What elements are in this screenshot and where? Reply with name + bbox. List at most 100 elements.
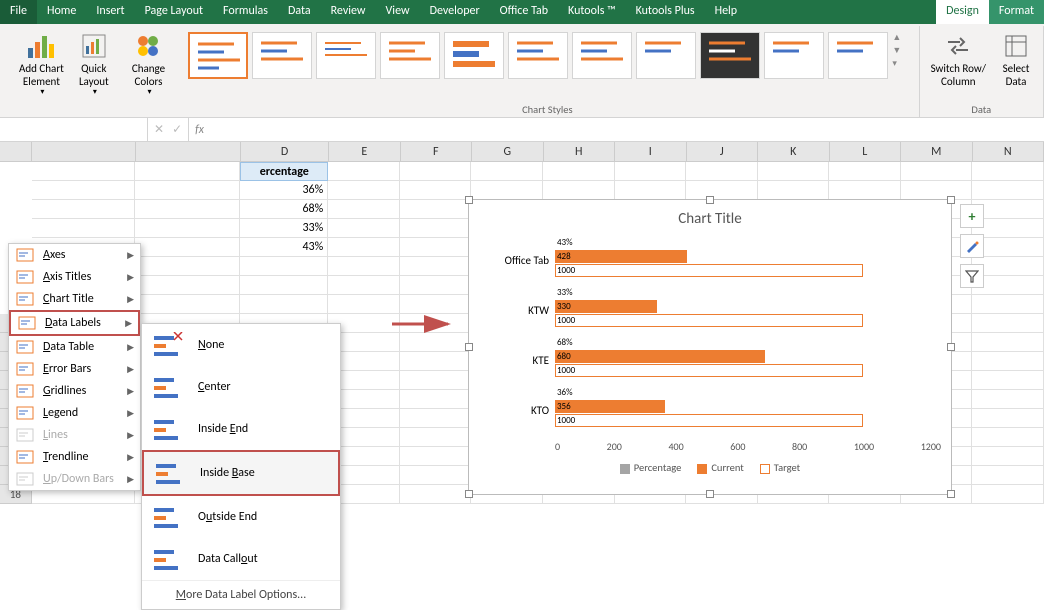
data-label-option-none[interactable]: None (142, 324, 340, 366)
target-bar[interactable] (555, 264, 863, 277)
current-bar[interactable] (555, 250, 687, 263)
chart-style-3[interactable] (316, 32, 376, 79)
current-bar[interactable] (555, 350, 765, 363)
cell[interactable]: 68% (240, 200, 328, 219)
data-label-option-outside-end[interactable]: Outside End (142, 496, 340, 538)
style-scroll-up[interactable]: ▲ (892, 32, 906, 43)
menu-item-chart-title[interactable]: Chart Title▶ (9, 288, 140, 310)
chart-handle[interactable] (706, 196, 714, 204)
tab-data[interactable]: Data (278, 0, 321, 24)
menu-item-axes[interactable]: Axes▶ (9, 244, 140, 266)
chart-x-axis[interactable]: 020040060080010001200 (469, 436, 951, 453)
chart-elements-button[interactable]: + (960, 204, 984, 228)
cell[interactable] (240, 276, 328, 295)
col-b-partial[interactable] (32, 142, 136, 162)
cell[interactable]: 43% (240, 238, 328, 257)
quick-layout-button[interactable]: Quick Layout▾ (73, 26, 115, 102)
select-all-cell[interactable] (0, 142, 32, 162)
menu-item-error-bars[interactable]: Error Bars▶ (9, 358, 140, 380)
name-box[interactable] (0, 118, 148, 141)
data-label-option-inside-end[interactable]: Inside End (142, 408, 340, 450)
col-header-k[interactable]: K (758, 142, 830, 162)
chart-category[interactable]: KTO36%3561000 (555, 386, 941, 436)
chart-category[interactable]: Office Tab43%4281000 (555, 236, 941, 286)
menu-item-legend[interactable]: Legend▶ (9, 402, 140, 424)
switch-row-column-button[interactable]: Switch Row/ Column (926, 26, 991, 92)
col-header-d[interactable]: D (241, 142, 329, 162)
cell[interactable]: 36% (240, 181, 328, 200)
chart-title[interactable]: Chart Title (469, 200, 951, 236)
chart-style-11[interactable] (828, 32, 888, 79)
menu-item-gridlines[interactable]: Gridlines▶ (9, 380, 140, 402)
tab-insert[interactable]: Insert (86, 0, 134, 24)
data-label-option-center[interactable]: Center (142, 366, 340, 408)
tab-office-tab[interactable]: Office Tab (490, 0, 558, 24)
current-bar[interactable] (555, 400, 665, 413)
chart-styles-button[interactable] (960, 234, 984, 258)
chart-style-1[interactable] (188, 32, 248, 79)
chart-category[interactable]: KTW33%3301000 (555, 286, 941, 336)
tab-view[interactable]: View (376, 0, 420, 24)
chart-style-9[interactable] (700, 32, 760, 79)
fx-icon[interactable]: fx (189, 123, 210, 137)
chart-handle[interactable] (947, 490, 955, 498)
tab-formulas[interactable]: Formulas (213, 0, 278, 24)
tab-review[interactable]: Review (321, 0, 376, 24)
add-chart-element-button[interactable]: Add Chart Element▾ (14, 26, 69, 102)
menu-item-trendline[interactable]: Trendline▶ (9, 446, 140, 468)
menu-item-data-table[interactable]: Data Table▶ (9, 336, 140, 358)
cancel-icon[interactable]: ✕ (154, 122, 164, 137)
tab-file[interactable]: File (0, 0, 37, 24)
col-header-m[interactable]: M (901, 142, 973, 162)
embedded-chart[interactable]: Chart Title Office Tab43%4281000KTW33%33… (468, 199, 952, 495)
chart-style-8[interactable] (636, 32, 696, 79)
cell[interactable] (240, 257, 328, 276)
target-bar[interactable] (555, 414, 863, 427)
data-label-option-data-callout[interactable]: Data Callout (142, 538, 340, 580)
chart-legend[interactable]: Percentage Current Target (469, 453, 951, 474)
style-scroll-down[interactable]: ▼ (892, 45, 906, 56)
col-header-l[interactable]: L (830, 142, 902, 162)
chart-style-7[interactable] (572, 32, 632, 79)
chart-handle[interactable] (465, 490, 473, 498)
chart-style-5[interactable] (444, 32, 504, 79)
tab-page-layout[interactable]: Page Layout (135, 0, 213, 24)
col-header-h[interactable]: H (544, 142, 616, 162)
col-header-i[interactable]: I (615, 142, 687, 162)
col-header-f[interactable]: F (401, 142, 473, 162)
cell[interactable] (240, 295, 328, 314)
menu-item-data-labels[interactable]: Data Labels▶ (9, 310, 140, 336)
chart-style-2[interactable] (252, 32, 312, 79)
cell[interactable]: 33% (240, 219, 328, 238)
col-header-e[interactable]: E (329, 142, 401, 162)
style-more[interactable]: ▾ (892, 58, 906, 69)
tab-kutools-plus[interactable]: Kutools Plus (626, 0, 705, 24)
chart-handle[interactable] (706, 490, 714, 498)
data-label-option-inside-base[interactable]: Inside Base (142, 450, 340, 496)
col-header-j[interactable]: J (687, 142, 759, 162)
enter-icon[interactable]: ✓ (172, 122, 182, 137)
chart-style-4[interactable] (380, 32, 440, 79)
tab-kutools[interactable]: Kutools ™ (558, 0, 626, 24)
col-header-n[interactable]: N (973, 142, 1044, 162)
target-bar[interactable] (555, 314, 863, 327)
target-bar[interactable] (555, 364, 863, 377)
chart-handle[interactable] (947, 196, 955, 204)
menu-item-axis-titles[interactable]: Axis Titles▶ (9, 266, 140, 288)
tab-design[interactable]: Design (936, 0, 989, 24)
chart-handle[interactable] (465, 196, 473, 204)
change-colors-button[interactable]: Change Colors▾ (127, 26, 170, 102)
select-data-button[interactable]: Select Data (995, 26, 1037, 92)
chart-style-6[interactable] (508, 32, 568, 79)
tab-developer[interactable]: Developer (420, 0, 490, 24)
tab-help[interactable]: Help (705, 0, 748, 24)
chart-category[interactable]: KTE68%6801000 (555, 336, 941, 386)
header-percentage-cell[interactable]: ercentage (240, 162, 328, 181)
more-data-label-options[interactable]: More Data Label Options... (142, 580, 340, 609)
tab-home[interactable]: Home (37, 0, 86, 24)
chart-plot-area[interactable]: Office Tab43%4281000KTW33%3301000KTE68%6… (469, 236, 951, 436)
col-c-partial[interactable] (136, 142, 241, 162)
col-header-g[interactable]: G (472, 142, 544, 162)
tab-format[interactable]: Format (989, 0, 1044, 24)
chart-style-10[interactable] (764, 32, 824, 79)
